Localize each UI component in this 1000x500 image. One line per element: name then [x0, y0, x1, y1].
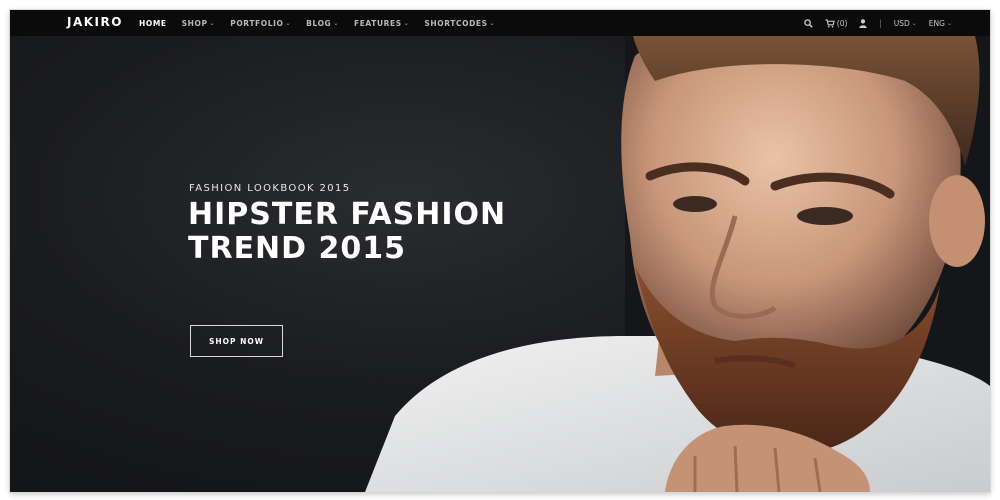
- nav-item-label: FEATURES: [353, 18, 402, 28]
- shop-now-button[interactable]: SHOP NOW: [190, 325, 283, 357]
- chevron-down-icon: ⌄: [489, 19, 496, 27]
- nav-item-home[interactable]: HOME: [139, 19, 167, 28]
- language-label: ENG: [928, 18, 945, 28]
- chevron-down-icon: ⌄: [946, 19, 952, 27]
- nav-item-label: SHOP: [181, 18, 208, 28]
- currency-label: USD: [893, 18, 910, 28]
- nav-item-label: PORTFOLIO: [230, 18, 284, 28]
- nav-item-shortcodes[interactable]: SHORTCODES ⌄: [424, 19, 495, 28]
- chevron-down-icon: ⌄: [911, 19, 917, 27]
- cart-button[interactable]: (0): [825, 18, 848, 28]
- hero-headline-line: TREND 2015: [188, 231, 407, 266]
- chevron-down-icon: ⌄: [285, 19, 292, 27]
- chevron-down-icon: ⌄: [209, 19, 216, 27]
- nav-item-shop[interactable]: SHOP ⌄: [182, 19, 216, 28]
- chevron-down-icon: ⌄: [403, 19, 410, 27]
- hero-headline: HIPSTER FASHION TREND 2015: [188, 198, 528, 266]
- search-icon[interactable]: [804, 18, 813, 28]
- nav-item-blog[interactable]: BLOG ⌄: [306, 19, 339, 28]
- hero-eyebrow: FASHION LOOKBOOK 2015: [189, 183, 351, 194]
- chevron-down-icon: ⌄: [333, 19, 339, 27]
- nav-item-label: HOME: [139, 18, 167, 28]
- nav-item-label: BLOG: [306, 18, 332, 28]
- cart-count: (0): [836, 18, 848, 28]
- top-navbar: JAKIRO HOME SHOP ⌄ PORTFOLIO ⌄ BLOG ⌄ FE…: [10, 10, 990, 36]
- user-icon[interactable]: [859, 18, 868, 28]
- hero-headline-line: HIPSTER FASHION: [188, 197, 507, 232]
- currency-selector[interactable]: USD ⌄: [894, 19, 917, 28]
- browser-frame: JAKIRO HOME SHOP ⌄ PORTFOLIO ⌄ BLOG ⌄ FE…: [10, 10, 990, 492]
- nav-separator: |: [879, 18, 882, 28]
- nav-item-label: SHORTCODES: [424, 18, 488, 28]
- main-menu: HOME SHOP ⌄ PORTFOLIO ⌄ BLOG ⌄ FEATURES …: [139, 10, 510, 36]
- nav-utilities: (0) | USD ⌄ ENG ⌄: [792, 10, 952, 36]
- site-logo[interactable]: JAKIRO: [67, 15, 123, 29]
- cart-icon: [825, 18, 835, 27]
- nav-item-features[interactable]: FEATURES ⌄: [354, 19, 409, 28]
- language-selector[interactable]: ENG ⌄: [929, 19, 952, 28]
- nav-item-portfolio[interactable]: PORTFOLIO ⌄: [230, 19, 291, 28]
- hero-slider: FASHION LOOKBOOK 2015 HIPSTER FASHION TR…: [10, 36, 990, 492]
